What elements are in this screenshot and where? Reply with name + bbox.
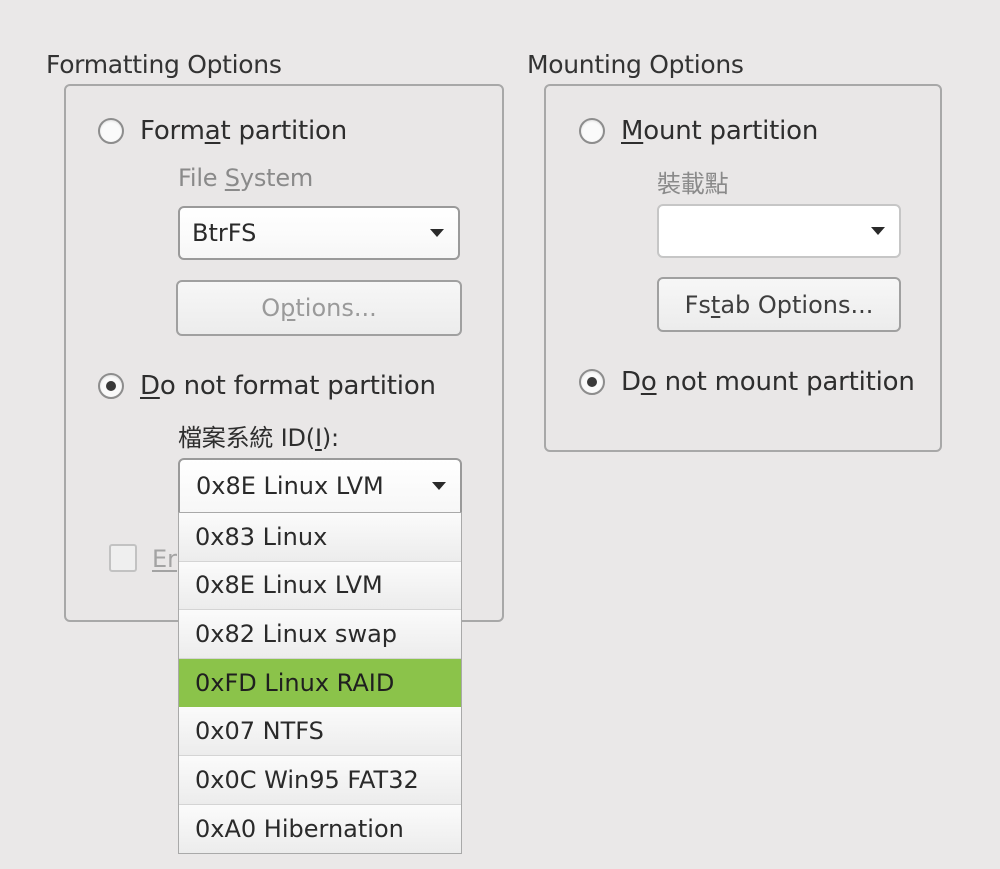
- file-system-combo[interactable]: BtrFS: [178, 206, 460, 260]
- dropdown-item-0xfd-linux-raid[interactable]: 0xFD Linux RAID: [179, 658, 461, 708]
- file-system-value: BtrFS: [192, 219, 257, 247]
- mount-partition-radio[interactable]: Mount partition: [579, 116, 818, 146]
- do-not-format-label: Do not format partition: [140, 371, 436, 401]
- dropdown-item-0x8e-linux-lvm[interactable]: 0x8E Linux LVM: [179, 561, 461, 611]
- fs-id-dropdown-list: 0x83 Linux 0x8E Linux LVM 0x82 Linux swa…: [178, 512, 462, 855]
- fs-id-combo[interactable]: 0x8E Linux LVM: [178, 458, 462, 514]
- radio-checked-icon[interactable]: [98, 373, 124, 399]
- format-partition-label: Format partition: [140, 116, 348, 146]
- fs-id-label: 檔案系統 ID(I):: [178, 424, 339, 452]
- dropdown-arrow-icon: [871, 227, 885, 235]
- dropdown-arrow-icon: [430, 229, 444, 237]
- encrypt-checkbox[interactable]: [109, 544, 137, 572]
- dropdown-item-0x07-ntfs[interactable]: 0x07 NTFS: [179, 707, 461, 756]
- fstab-options-button[interactable]: Fstab Options...: [657, 277, 901, 332]
- do-not-format-radio[interactable]: Do not format partition: [98, 371, 436, 401]
- dropdown-item-0x83-linux[interactable]: 0x83 Linux: [179, 513, 461, 562]
- formatting-options-title: Formatting Options: [46, 50, 282, 79]
- options-button[interactable]: Options...: [176, 280, 462, 336]
- file-system-label: File System: [178, 164, 314, 192]
- dropdown-item-0x82-linux-swap[interactable]: 0x82 Linux swap: [179, 610, 461, 659]
- radio-unchecked-icon[interactable]: [98, 118, 124, 144]
- dropdown-item-0x0c-win95-fat32[interactable]: 0x0C Win95 FAT32: [179, 755, 461, 805]
- mount-point-combo[interactable]: [657, 204, 901, 258]
- do-not-mount-label: Do not mount partition: [621, 367, 915, 397]
- encrypt-checkbox-label: Er: [152, 545, 178, 573]
- dropdown-item-0xa0-hibernation[interactable]: 0xA0 Hibernation: [179, 804, 461, 854]
- mounting-options-title: Mounting Options: [527, 50, 744, 79]
- dropdown-arrow-icon: [432, 482, 446, 490]
- format-partition-radio[interactable]: Format partition: [98, 116, 347, 146]
- mount-point-label: 裝載點: [657, 170, 729, 198]
- mount-partition-label: Mount partition: [621, 116, 819, 146]
- fstab-options-label: Fstab Options...: [684, 290, 874, 319]
- radio-checked-icon[interactable]: [579, 369, 605, 395]
- options-button-label: Options...: [261, 294, 377, 322]
- do-not-mount-radio[interactable]: Do not mount partition: [579, 367, 915, 397]
- fs-id-value: 0x8E Linux LVM: [196, 472, 384, 500]
- radio-unchecked-icon[interactable]: [579, 118, 605, 144]
